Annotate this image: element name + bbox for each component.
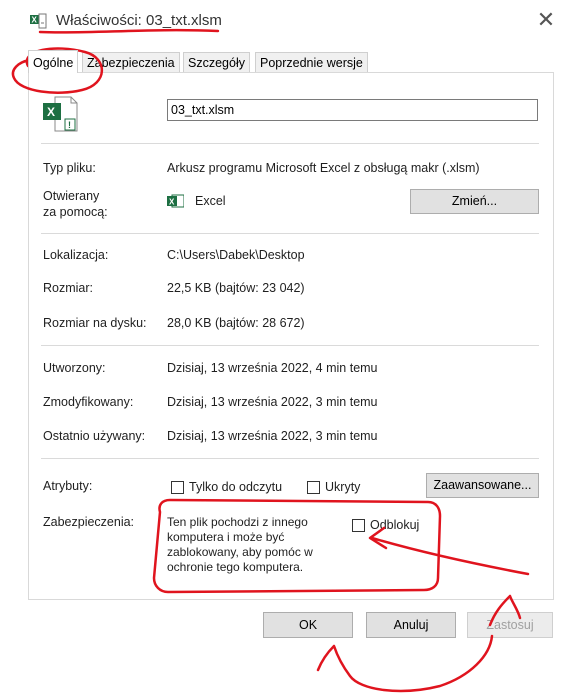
opens-with-label-line1: Otwierany	[43, 189, 100, 203]
readonly-checkbox[interactable]	[171, 481, 184, 494]
file-type-label: Typ pliku:	[43, 161, 96, 175]
readonly-label: Tylko do odczytu	[189, 480, 283, 494]
separator	[41, 233, 539, 234]
accessed-label: Ostatnio używany:	[43, 429, 146, 443]
ok-button[interactable]: OK	[263, 612, 353, 638]
security-text-line2: komputera i może być	[167, 530, 285, 544]
svg-text:X: X	[169, 198, 175, 207]
security-text-line3: zablokowany, aby pomóc w	[167, 545, 313, 559]
size-on-disk-label: Rozmiar na dysku:	[43, 316, 147, 330]
location-value: C:\Users\Dabek\Desktop	[167, 248, 305, 262]
apply-button[interactable]: Zastosuj	[467, 612, 553, 638]
advanced-button[interactable]: Zaawansowane...	[426, 473, 539, 498]
file-name-input[interactable]: 03_txt.xlsm	[167, 99, 538, 121]
hidden-label: Ukryty	[325, 480, 361, 494]
unblock-label: Odblokuj	[370, 518, 420, 532]
svg-text:!: !	[68, 120, 71, 130]
created-value: Dzisiaj, 13 września 2022, 4 min temu	[167, 361, 378, 375]
excel-app-icon: X	[167, 194, 185, 208]
cancel-button[interactable]: Anuluj	[366, 612, 456, 638]
accessed-value: Dzisiaj, 13 września 2022, 3 min temu	[167, 429, 378, 443]
general-panel: X ! 03_txt.xlsm Typ pliku: Arkusz progra…	[28, 72, 554, 600]
opens-with-app: Excel	[195, 194, 226, 208]
size-value: 22,5 KB (bajtów: 23 042)	[167, 281, 305, 295]
svg-text:X: X	[47, 105, 55, 119]
security-label: Zabezpieczenia:	[43, 515, 135, 529]
modified-value: Dzisiaj, 13 września 2022, 3 min temu	[167, 395, 378, 409]
unblock-checkbox[interactable]	[352, 519, 365, 532]
annotation-curve-ok	[316, 634, 494, 693]
size-label: Rozmiar:	[43, 281, 94, 295]
separator	[41, 345, 539, 346]
window-title: Właściwości: 03_txt.xlsm	[56, 12, 222, 29]
separator	[41, 143, 539, 144]
location-label: Lokalizacja:	[43, 248, 109, 262]
tab-previous-versions[interactable]: Poprzednie wersje	[255, 52, 368, 73]
hidden-checkbox[interactable]	[307, 481, 320, 494]
security-text-line1: Ten plik pochodzi z innego	[167, 515, 308, 529]
size-on-disk-value: 28,0 KB (bajtów: 28 672)	[167, 316, 305, 330]
tab-general[interactable]: Ogólne	[28, 50, 79, 73]
file-type-value: Arkusz programu Microsoft Excel z obsług…	[167, 161, 480, 175]
separator	[41, 458, 539, 459]
change-button[interactable]: Zmień...	[410, 189, 539, 214]
opens-with-label-line2: za pomocą:	[43, 205, 108, 219]
created-label: Utworzony:	[43, 361, 106, 375]
tab-details[interactable]: Szczegóły	[183, 52, 250, 73]
annotation-underline-title	[38, 28, 220, 34]
excel-macro-file-icon: X !	[41, 93, 81, 133]
modified-label: Zmodyfikowany:	[43, 395, 134, 409]
security-text-line4: ochronie tego komputera.	[167, 560, 304, 574]
close-button[interactable]: ✕	[532, 6, 560, 34]
excel-file-icon: X	[30, 12, 48, 30]
tab-security[interactable]: Zabezpieczenia	[82, 52, 180, 73]
svg-text:X: X	[32, 16, 38, 25]
attributes-label: Atrybuty:	[43, 479, 93, 493]
